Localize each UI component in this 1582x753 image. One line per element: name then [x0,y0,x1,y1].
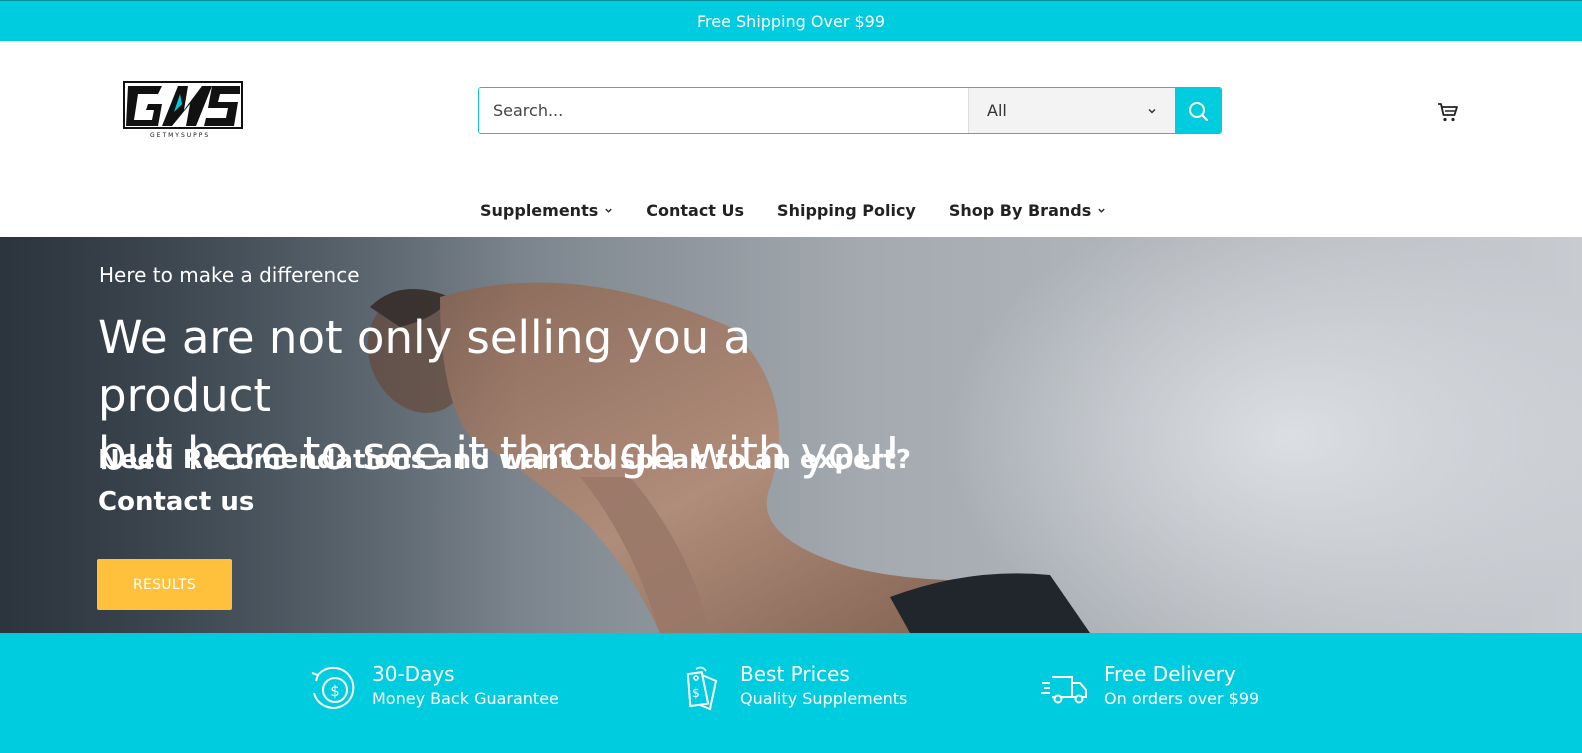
feature-free-delivery: Free Delivery On orders over $99 [1040,661,1259,713]
feature-subtitle: Money Back Guarantee [372,689,559,708]
feature-title: Free Delivery [1104,662,1236,686]
chevron-down-icon [1148,108,1156,114]
feature-subtitle: Quality Supplements [740,689,908,708]
svg-text:$: $ [692,686,700,700]
features-bar: $ 30-Days Money Back Guarantee $ Best Pr… [0,633,1582,753]
nav-item-label: Shipping Policy [777,200,916,220]
hero-banner: Here to make a difference We are not onl… [0,237,1582,633]
nav-item-contact-us[interactable]: Contact Us [646,201,744,220]
feature-title: Best Prices [740,662,850,686]
money-back-icon: $ [311,666,355,709]
announcement-text: Free Shipping Over $99 [696,11,886,31]
delivery-truck-icon [1041,676,1087,704]
hero-cta-text: Need Recomendations and want to speak to… [98,445,911,475]
cart-icon [1438,103,1458,122]
nav-item-supplements[interactable]: Supplements [480,201,613,220]
search-icon [1189,101,1208,121]
hero-contact-text: Contact us [98,487,255,517]
nav-item-shipping-policy[interactable]: Shipping Policy [777,201,916,220]
chevron-down-icon [1098,208,1105,213]
announcement-bar: Free Shipping Over $99 [0,0,1582,41]
results-button[interactable]: RESULTS [97,559,232,610]
nav-item-shop-by-brands[interactable]: Shop By Brands [949,201,1106,220]
category-select-value: All [987,101,1007,120]
svg-text:GETMYSUPPS: GETMYSUPPS [150,132,210,139]
feature-best-prices: $ Best Prices Quality Supplements [676,661,907,713]
gms-logo-icon: GETMYSUPPS [123,81,243,139]
nav-item-label: Shop By Brands [948,200,1092,220]
site-header: GETMYSUPPS All Supplements [0,41,1582,237]
chevron-down-icon [605,208,612,213]
feature-title: 30-Days [372,662,455,686]
hero-title-line1: We are not only selling you a product [98,311,752,422]
nav-item-label: Supplements [480,200,599,220]
svg-text:$: $ [330,682,340,700]
site-logo[interactable]: GETMYSUPPS [122,80,244,140]
search-bar: All [478,87,1222,134]
category-select[interactable]: All [968,88,1175,133]
cart-button[interactable] [1436,100,1460,124]
nav-item-label: Contact Us [646,200,745,220]
feature-money-back: $ 30-Days Money Back Guarantee [308,661,559,713]
feature-subtitle: On orders over $99 [1104,689,1260,708]
hero-subtitle: Here to make a difference [99,263,360,287]
search-button[interactable] [1175,88,1221,133]
search-input[interactable] [479,88,968,133]
price-tag-icon: $ [686,666,718,711]
main-nav: Supplements Contact Us Shipping Policy S… [0,196,1582,224]
